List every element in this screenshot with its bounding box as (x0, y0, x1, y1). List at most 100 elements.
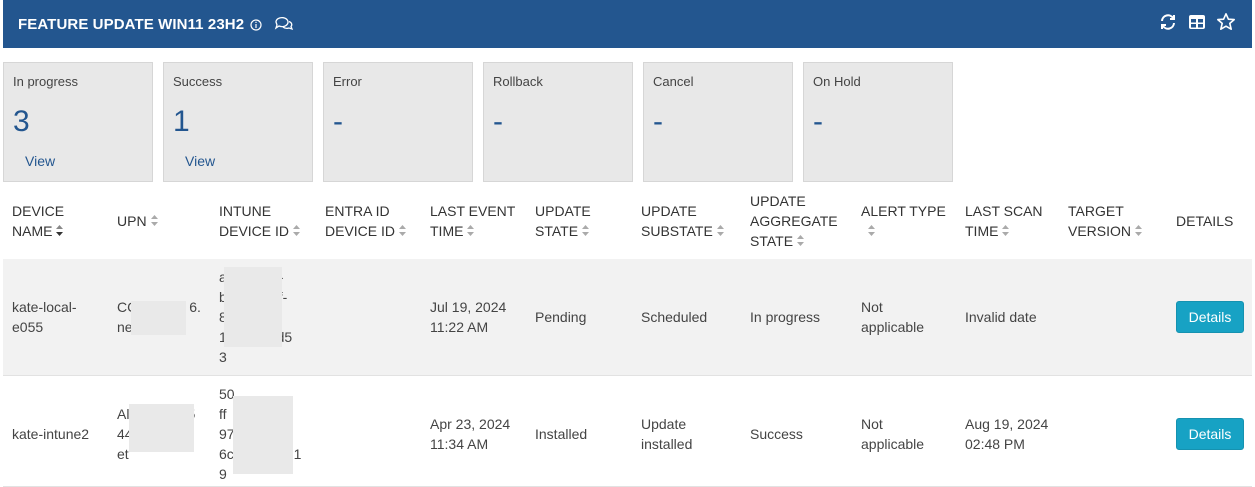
cell-text: applicable (861, 319, 925, 335)
cell-text: Jul 19, 2024 (430, 299, 507, 315)
column-upn[interactable]: UPN (117, 211, 159, 231)
details-button[interactable]: Details (1176, 418, 1244, 450)
column-target-version[interactable]: TARGET VERSION (1068, 201, 1143, 241)
column-label: STATE (750, 233, 794, 249)
column-device-name[interactable]: DEVICE NAME (12, 201, 64, 241)
column-label: NAME (12, 223, 53, 239)
column-label: AGGREGATE (750, 213, 838, 229)
sort-icon (582, 225, 590, 236)
update-state-cell: Pending (535, 309, 587, 325)
card-on-hold: On Hold - (803, 62, 953, 182)
card-label: Rollback (493, 74, 543, 89)
sort-icon (797, 235, 805, 246)
cell-text: Al (117, 406, 130, 422)
cell-text: Aug 19, 2024 (965, 416, 1049, 432)
column-intune-device-id[interactable]: INTUNE DEVICE ID (219, 201, 301, 241)
cell-text: 11:22 AM (430, 319, 489, 335)
card-count: - (493, 105, 503, 138)
table-header: DEVICE NAME UPN INTUNE DEVICE ID ENTRA I… (3, 184, 1252, 259)
cell-text: kate-local- (12, 299, 77, 315)
sort-icon (1002, 225, 1010, 236)
card-count: - (813, 105, 823, 138)
page-title: FEATURE UPDATE WIN11 23H2 (18, 15, 245, 33)
redaction (131, 301, 186, 335)
cell-text: 02:48 PM (965, 436, 1025, 452)
column-label: UPN (117, 213, 147, 229)
column-last-scan-time[interactable]: LAST SCAN TIME (965, 201, 1043, 241)
column-label: UPDATE (535, 203, 591, 219)
sort-icon (1135, 225, 1143, 236)
column-label: UPDATE (750, 193, 806, 209)
cell-text: Update (641, 416, 687, 432)
sort-icon (868, 225, 875, 236)
alert-type-cell: Not applicable (861, 414, 924, 454)
cell-text: applicable (861, 436, 925, 452)
card-label: On Hold (813, 74, 861, 89)
table-row: kate-local- e055 CC6. ne a- bf- 8 17d5 3… (3, 259, 1252, 376)
sort-icon (467, 225, 475, 236)
card-rollback: Rollback - (483, 62, 633, 182)
table-row: kate-intune2 Al5 44n et 50 ff 97 6c51 9 … (3, 376, 1252, 487)
column-entra-id-device-id[interactable]: ENTRA ID DEVICE ID (325, 201, 407, 241)
redaction (129, 404, 194, 452)
card-in-progress: In progress 3 View (3, 62, 153, 182)
details-button[interactable]: Details (1176, 301, 1244, 333)
column-label: ENTRA ID (325, 203, 390, 219)
column-last-event-time[interactable]: LAST EVENT TIME (430, 201, 515, 241)
device-name-cell: kate-intune2 (12, 426, 90, 442)
card-label: Error (333, 74, 362, 89)
column-update-state[interactable]: UPDATE STATE (535, 201, 591, 241)
view-link[interactable]: View (185, 153, 215, 169)
card-label: In progress (13, 74, 79, 89)
card-count: - (653, 105, 663, 138)
card-count: 3 (13, 105, 30, 138)
intune-device-id-cell: a- bf- 8 17d5 3 (219, 267, 314, 367)
column-label: ALERT TYPE (861, 203, 946, 219)
column-label: INTUNE (219, 203, 272, 219)
cell-text: Scheduled (641, 309, 708, 325)
star-icon[interactable] (1216, 12, 1236, 32)
chat-icon[interactable] (274, 16, 294, 32)
column-update-substate[interactable]: UPDATE SUBSTATE (641, 201, 725, 241)
cell-text: 6c (219, 446, 234, 462)
cell-text: Not (861, 416, 883, 432)
column-label: LAST SCAN (965, 203, 1043, 219)
refresh-icon[interactable] (1158, 12, 1178, 32)
sort-desc-icon (56, 225, 64, 236)
info-icon[interactable] (250, 18, 262, 31)
sort-icon (293, 225, 301, 236)
column-label: VERSION (1068, 223, 1132, 239)
column-label: DETAILS (1176, 213, 1234, 229)
column-details: DETAILS (1176, 211, 1233, 231)
column-label: UPDATE (641, 203, 697, 219)
view-link[interactable]: View (25, 153, 55, 169)
column-label: DEVICE (12, 203, 65, 219)
column-label: TIME (965, 223, 999, 239)
page-header: FEATURE UPDATE WIN11 23H2 (3, 0, 1252, 48)
card-error: Error - (323, 62, 473, 182)
intune-device-id-cell: 50 ff 97 6c 51 9 (219, 384, 314, 484)
update-substate-cell: Scheduled (641, 307, 707, 327)
cell-text: 11:34 AM (430, 436, 489, 452)
sort-icon (716, 225, 724, 236)
cell-text: e055 (12, 319, 44, 335)
card-label: Cancel (653, 74, 694, 89)
update-substate-cell: Update installed (641, 414, 692, 454)
column-label: DEVICE ID (219, 223, 290, 239)
redaction (224, 267, 282, 347)
column-update-aggregate-state[interactable]: UPDATE AGGREGATE STATE (750, 191, 838, 251)
alert-type-cell: Not applicable (861, 297, 924, 337)
card-count: 1 (173, 105, 190, 138)
cell-text: Apr 23, 2024 (430, 416, 511, 432)
cell-text: Not (861, 299, 883, 315)
column-label: SUBSTATE (641, 223, 713, 239)
column-alert-type[interactable]: ALERT TYPE (861, 201, 946, 241)
device-name-cell: kate-local- e055 (12, 297, 77, 337)
last-event-time-cell: Jul 19, 2024 11:22 AM (430, 297, 506, 337)
upn-cell: Al5 44n et (117, 404, 207, 464)
column-label: TARGET (1068, 203, 1124, 219)
cell-text: 3 (219, 349, 227, 365)
columns-icon[interactable] (1187, 12, 1207, 32)
column-label: DEVICE ID (325, 223, 396, 239)
sort-icon (150, 215, 158, 226)
